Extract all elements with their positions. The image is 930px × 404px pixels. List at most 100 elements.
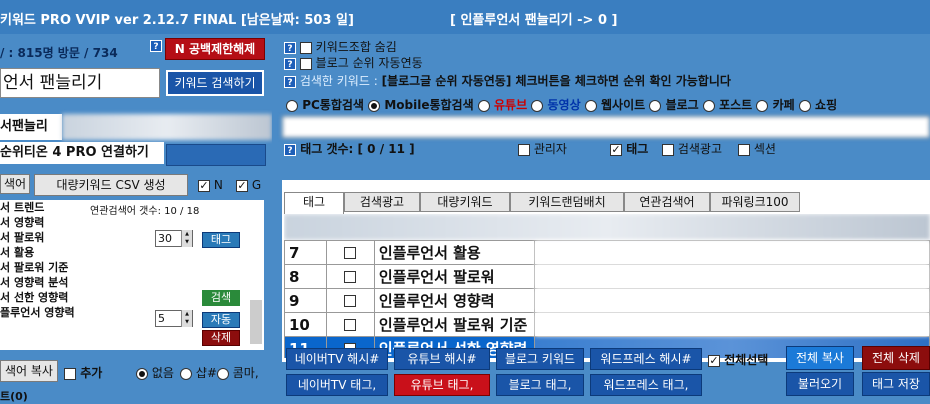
tab-tag[interactable]: 태그 (284, 192, 344, 214)
radio-none[interactable]: 없음 (136, 364, 174, 381)
copy-button[interactable]: 색어 복사 (0, 360, 58, 382)
search-ad-option[interactable]: 검색광고 (662, 140, 722, 157)
wp-tag-button[interactable]: 워드프레스 태그, (590, 374, 702, 396)
row-checkbox-cell[interactable] (325, 240, 375, 265)
radio-mobile[interactable]: Mobile통합검색 (368, 98, 474, 112)
hide-combo-checkbox[interactable] (299, 41, 312, 54)
table-row[interactable]: 10 인플루언서 팔로워 기준 (284, 312, 930, 337)
row-checkbox-cell[interactable] (325, 264, 375, 289)
row-keyword[interactable]: 인플루언서 활용 (373, 240, 535, 265)
section-option[interactable]: 섹션 (738, 140, 776, 157)
small-tab-button[interactable]: 색어 (0, 174, 30, 194)
radio-sharp-dot[interactable] (180, 367, 192, 380)
list-item[interactable]: 플루언서 영향력 (0, 305, 75, 320)
tag-option[interactable]: ✓ 태그 (610, 140, 648, 157)
blog-rank-checkbox[interactable] (299, 57, 312, 70)
row-checkbox-cell[interactable] (325, 288, 375, 313)
tab-bulk-keyword[interactable]: 대량키워드 (420, 192, 510, 212)
radio-dot[interactable] (649, 99, 662, 112)
scrollbar[interactable] (250, 300, 262, 344)
radio-post[interactable]: 포스트 (702, 98, 752, 112)
radio-dot[interactable] (286, 99, 298, 112)
delete-button[interactable]: 삭제 (202, 330, 240, 346)
tab-label[interactable]: 서팬늘리 (0, 114, 62, 140)
row-checkbox[interactable] (344, 271, 357, 283)
keyword-input[interactable]: 언서 팬늘리기 (0, 68, 160, 98)
radio-none-dot[interactable] (136, 367, 148, 380)
radio-youtube[interactable]: 유튜브 (477, 98, 527, 112)
limit-release-button[interactable]: N 공백제한해제 (165, 38, 265, 60)
search-button[interactable]: 검색 (202, 290, 240, 306)
section-checkbox[interactable] (738, 143, 750, 156)
tab-powerlink[interactable]: 파워링크100 (710, 192, 800, 212)
tab-related[interactable]: 연관검색어 (624, 192, 710, 212)
n-checkbox[interactable]: ✓ (198, 179, 210, 192)
add-checkbox[interactable]: ✓ (64, 367, 76, 380)
list-item[interactable]: 서 트렌드 (0, 200, 75, 215)
select-all-checkbox[interactable]: ✓ (708, 354, 720, 367)
naver-hash-button[interactable]: 네이버TV 해시# (286, 348, 388, 370)
help-icon[interactable]: ? (284, 42, 296, 54)
row-checkbox[interactable] (344, 319, 357, 331)
list-item[interactable]: 서 선한 영향력 (0, 290, 75, 305)
g-checkbox[interactable]: ✓ (236, 179, 248, 192)
row-checkbox-cell[interactable] (325, 312, 375, 337)
admin-checkbox[interactable] (518, 143, 530, 156)
table-row[interactable]: 9 인플루언서 영향력 (284, 288, 930, 313)
row-keyword[interactable]: 인플루언서 영향력 (373, 288, 535, 313)
youtube-tag-button[interactable]: 유튜브 태그, (394, 374, 490, 396)
list-item[interactable]: 서 활용 (0, 245, 75, 260)
radio-dot[interactable] (702, 99, 715, 112)
help-icon[interactable]: ? (150, 40, 162, 52)
radio-dot[interactable] (477, 99, 490, 112)
radio-shopping[interactable]: 쇼핑 (798, 98, 837, 112)
count-stepper[interactable]: 30 (155, 230, 193, 247)
blog-rank-option[interactable]: ? 블로그 순위 자동연동 (284, 54, 423, 71)
row-checkbox[interactable] (344, 295, 357, 307)
list-item[interactable]: 서 영향력 (0, 215, 75, 230)
radio-video[interactable]: 동영상 (531, 98, 581, 112)
tab-search-ad[interactable]: 검색광고 (344, 192, 420, 212)
auto-button[interactable]: 자동 (202, 312, 240, 328)
admin-option[interactable]: 관리자 (518, 140, 567, 157)
tag-button[interactable]: 태그 (202, 232, 240, 248)
radio-website[interactable]: 웹사이트 (584, 98, 645, 112)
help-icon[interactable]: ? (284, 58, 296, 70)
help-icon[interactable]: ? (284, 76, 296, 88)
search-ad-checkbox[interactable] (662, 143, 674, 156)
list-item[interactable]: 서 팔로워 (0, 230, 75, 245)
g-checkbox-group[interactable]: ✓ G (236, 178, 261, 192)
youtube-hash-button[interactable]: 유튜브 해시# (394, 348, 490, 370)
url-field[interactable] (282, 116, 930, 138)
radio-pc[interactable]: PC통합검색 (286, 98, 364, 112)
help-icon[interactable]: ? (284, 144, 296, 156)
depth-stepper[interactable]: 5 (155, 310, 193, 327)
table-row[interactable]: 8 인플루언서 팔로워 (284, 264, 930, 289)
copy-all-button[interactable]: 전체 복사 (786, 346, 854, 370)
blog-tag-button[interactable]: 블로그 태그, (496, 374, 584, 396)
blog-keyword-button[interactable]: 블로그 키워드 (496, 348, 584, 370)
radio-dot[interactable] (584, 99, 597, 112)
save-tag-button[interactable]: 태그 저장 (862, 372, 930, 396)
row-keyword[interactable]: 인플루언서 팔로워 (373, 264, 535, 289)
select-all-option[interactable]: ✓ 전체선택 (708, 351, 768, 368)
radio-sharp[interactable]: 샵# 콤마, (180, 364, 259, 381)
tag-checkbox[interactable]: ✓ (610, 143, 622, 156)
radio-dot[interactable] (368, 99, 381, 112)
table-row[interactable]: 7 인플루언서 활용 (284, 240, 930, 265)
keyword-search-button[interactable]: 키워드 검색하기 (166, 70, 264, 96)
tab-random-keyword[interactable]: 키워드랜덤배치 (510, 192, 624, 212)
delete-all-button[interactable]: 전체 삭제 (862, 346, 930, 370)
load-button[interactable]: 불러오기 (786, 372, 854, 396)
wp-hash-button[interactable]: 워드프레스 해시# (590, 348, 702, 370)
radio-cafe[interactable]: 카페 (756, 98, 795, 112)
radio-blog[interactable]: 블로그 (649, 98, 699, 112)
row-checkbox[interactable] (344, 247, 357, 259)
n-checkbox-group[interactable]: ✓ N (198, 178, 223, 192)
radio-comma-dot[interactable] (216, 367, 229, 380)
csv-generate-button[interactable]: 대량키워드 CSV 생성 (34, 174, 188, 196)
naver-tag-button[interactable]: 네이버TV 태그, (286, 374, 388, 396)
radio-dot[interactable] (798, 99, 811, 112)
row-keyword[interactable]: 인플루언서 팔로워 기준 (373, 312, 535, 337)
connect-button[interactable]: 순위티온 4 PRO 연결하기 (0, 142, 164, 164)
